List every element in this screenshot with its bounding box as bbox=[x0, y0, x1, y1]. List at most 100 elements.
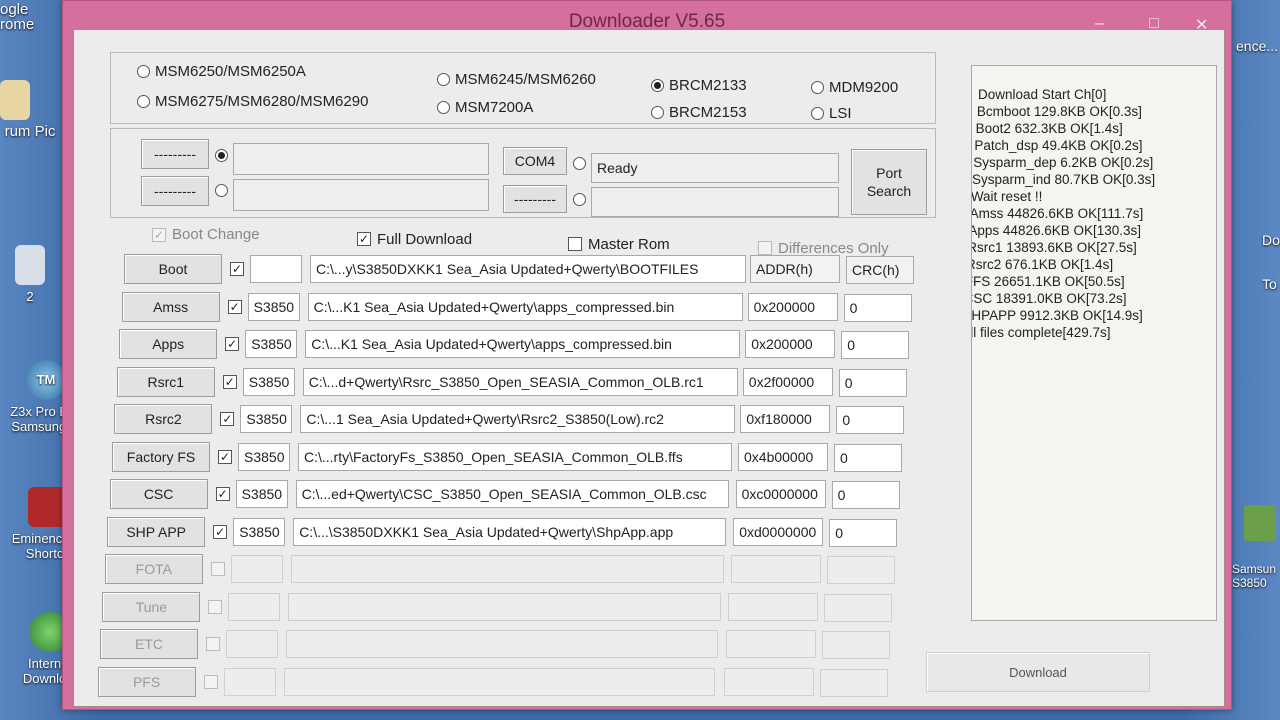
file-checkbox-shp-app[interactable]: ✓ bbox=[213, 524, 228, 539]
model-field: S3850 bbox=[245, 330, 298, 358]
file-button-shp-app[interactable]: SHP APP bbox=[107, 516, 206, 547]
address-field[interactable]: 0xc0000000 bbox=[735, 480, 826, 508]
radio-circle bbox=[651, 106, 664, 119]
address-field[interactable]: 0x200000 bbox=[747, 292, 838, 321]
radio-label: MSM7200A bbox=[455, 99, 534, 116]
radio-lsi[interactable]: LSI bbox=[811, 105, 852, 122]
model-field: S3850 bbox=[240, 405, 293, 433]
file-button-fota[interactable]: FOTA bbox=[104, 554, 203, 584]
file-path-field bbox=[288, 592, 721, 621]
model-field: S3850 bbox=[233, 517, 286, 546]
address-field[interactable]: 0x2f00000 bbox=[742, 367, 833, 396]
desktop-item-label: ogle rome bbox=[0, 1, 35, 33]
file-checkbox-boot[interactable]: ✓ bbox=[230, 262, 244, 276]
radio-circle bbox=[137, 65, 150, 78]
file-button-rsrc2[interactable]: Rsrc2 bbox=[114, 404, 213, 434]
model-field: S3850 bbox=[242, 367, 295, 396]
radio-circle bbox=[437, 73, 450, 86]
file-checkbox-csc[interactable]: ✓ bbox=[215, 487, 230, 501]
master-rom-checkbox[interactable] bbox=[568, 237, 582, 251]
file-path-field[interactable]: C:\...y\S3850DXKK1 Sea_Asia Updated+Qwer… bbox=[310, 255, 746, 283]
full-download-checkbox[interactable]: ✓ bbox=[357, 232, 371, 246]
address-field bbox=[728, 592, 819, 621]
desktop-item-chrome[interactable]: ogle rome bbox=[0, 2, 60, 32]
desktop-item-2[interactable]: 2 bbox=[0, 245, 60, 304]
file-path-field[interactable]: C:\...rty\FactoryFs_S3850_Open_SEASIA_Co… bbox=[298, 442, 732, 471]
com-port-button-2[interactable]: --------- bbox=[503, 185, 567, 213]
boot-change-label: Boot Change bbox=[172, 226, 260, 243]
file-button-boot[interactable]: Boot bbox=[124, 254, 222, 284]
file-checkbox-factory-fs[interactable]: ✓ bbox=[218, 449, 232, 464]
radio-brcm2133[interactable]: BRCM2133 bbox=[651, 77, 747, 94]
com-radio-1[interactable] bbox=[573, 157, 586, 170]
port-select-button-2[interactable]: --------- bbox=[141, 176, 209, 206]
radio-msm6245[interactable]: MSM6245/MSM6260 bbox=[437, 71, 596, 88]
differences-only-checkbox bbox=[758, 241, 772, 255]
window-client-area: MSM6250/MSM6250A MSM6275/MSM6280/MSM6290… bbox=[73, 29, 1225, 707]
port-status-text: Ready bbox=[597, 160, 638, 176]
file-path-field[interactable]: C:\...1 Sea_Asia Updated+Qwerty\Rsrc2_S3… bbox=[300, 405, 735, 433]
file-button-rsrc1[interactable]: Rsrc1 bbox=[116, 366, 215, 397]
port-select-button-1[interactable]: --------- bbox=[141, 139, 209, 169]
address-field[interactable]: 0xd0000000 bbox=[733, 517, 824, 546]
file-checkbox-amss[interactable]: ✓ bbox=[227, 299, 242, 314]
download-log: Download Start Ch[0] Bcmboot 129.8KB OK[0… bbox=[971, 65, 1217, 621]
file-button-apps[interactable]: Apps bbox=[119, 329, 218, 359]
address-field[interactable]: 0x4b00000 bbox=[738, 442, 828, 471]
log-line: CSC 18391.0KB OK[73.2s] bbox=[971, 291, 1127, 306]
crc-field: 0 bbox=[831, 481, 900, 509]
file-button-amss[interactable]: Amss bbox=[121, 291, 220, 322]
archive-icon[interactable] bbox=[1244, 505, 1276, 541]
com-status-field-1: Ready bbox=[591, 153, 839, 183]
radio-label: MSM6250/MSM6250A bbox=[155, 63, 306, 80]
radio-msm6250[interactable]: MSM6250/MSM6250A bbox=[137, 63, 306, 80]
model-field: S3850 bbox=[247, 292, 300, 321]
crc-field bbox=[826, 556, 895, 584]
desktop-edge-label: ence... bbox=[1236, 38, 1279, 54]
port-search-button[interactable]: Port Search bbox=[851, 149, 927, 215]
desktop-item-forum-pic[interactable]: rum Pic bbox=[0, 80, 60, 139]
log-line: Apps 44826.6KB OK[130.3s] bbox=[971, 223, 1142, 238]
com-radio-2[interactable] bbox=[573, 193, 586, 206]
z3x-tm-icon: TM bbox=[26, 360, 66, 400]
file-path-field[interactable]: C:\...ed+Qwerty\CSC_S3850_Open_SEASIA_Co… bbox=[295, 480, 730, 508]
port-radio-2[interactable] bbox=[215, 184, 228, 197]
address-field bbox=[730, 555, 821, 583]
file-path-field[interactable]: C:\...\S3850DXKK1 Sea_Asia Updated+Qwert… bbox=[293, 517, 727, 546]
file-checkbox-rsrc1[interactable]: ✓ bbox=[222, 374, 237, 389]
radio-msm6275[interactable]: MSM6275/MSM6280/MSM6290 bbox=[137, 93, 368, 110]
port-status-field-2 bbox=[233, 179, 489, 211]
address-field[interactable]: 0x200000 bbox=[745, 330, 836, 358]
log-line: Rsrc1 13893.6KB OK[27.5s] bbox=[971, 240, 1137, 255]
address-field: ADDR(h) bbox=[750, 255, 840, 283]
file-checkbox-apps[interactable]: ✓ bbox=[225, 337, 240, 351]
log-line: Bcmboot 129.8KB OK[0.3s] bbox=[976, 104, 1142, 119]
desktop-item-label: rum Pic bbox=[4, 123, 56, 140]
radio-msm7200a[interactable]: MSM7200A bbox=[437, 99, 533, 116]
file-button-factory-fs[interactable]: Factory FS bbox=[112, 441, 210, 472]
file-button-csc[interactable]: CSC bbox=[109, 479, 208, 509]
folder-icon bbox=[0, 80, 30, 120]
file-button-pfs[interactable]: PFS bbox=[97, 666, 196, 697]
desktop-item-label: 2 bbox=[26, 289, 34, 304]
com-port-button-1[interactable]: COM4 bbox=[503, 147, 567, 175]
file-checkbox-pfs bbox=[203, 674, 218, 689]
file-button-tune[interactable]: Tune bbox=[102, 591, 201, 622]
file-checkbox-rsrc2[interactable]: ✓ bbox=[220, 412, 235, 426]
port-search-label: Port Search bbox=[866, 165, 912, 199]
port-radio-1[interactable] bbox=[215, 149, 228, 162]
file-path-field[interactable]: C:\...K1 Sea_Asia Updated+Qwerty\apps_co… bbox=[307, 292, 744, 321]
address-field[interactable]: 0xf180000 bbox=[740, 405, 831, 433]
model-field bbox=[250, 255, 302, 283]
radio-mdm9200[interactable]: MDM9200 bbox=[811, 79, 898, 96]
radio-brcm2153[interactable]: BRCM2153 bbox=[651, 104, 747, 121]
file-button-etc[interactable]: ETC bbox=[100, 629, 198, 659]
log-line: Amss 44826.6KB OK[111.7s] bbox=[971, 206, 1144, 221]
download-button[interactable]: Download bbox=[926, 652, 1150, 692]
desktop-edge-label: Samsun S3850 bbox=[1232, 562, 1277, 590]
full-download-label: Full Download bbox=[377, 231, 473, 248]
model-field bbox=[230, 555, 283, 583]
radio-label: MSM6275/MSM6280/MSM6290 bbox=[155, 93, 369, 110]
file-path-field[interactable]: C:\...K1 Sea_Asia Updated+Qwerty\apps_co… bbox=[305, 330, 741, 358]
file-path-field[interactable]: C:\...d+Qwerty\Rsrc_S3850_Open_SEASIA_Co… bbox=[302, 367, 738, 396]
